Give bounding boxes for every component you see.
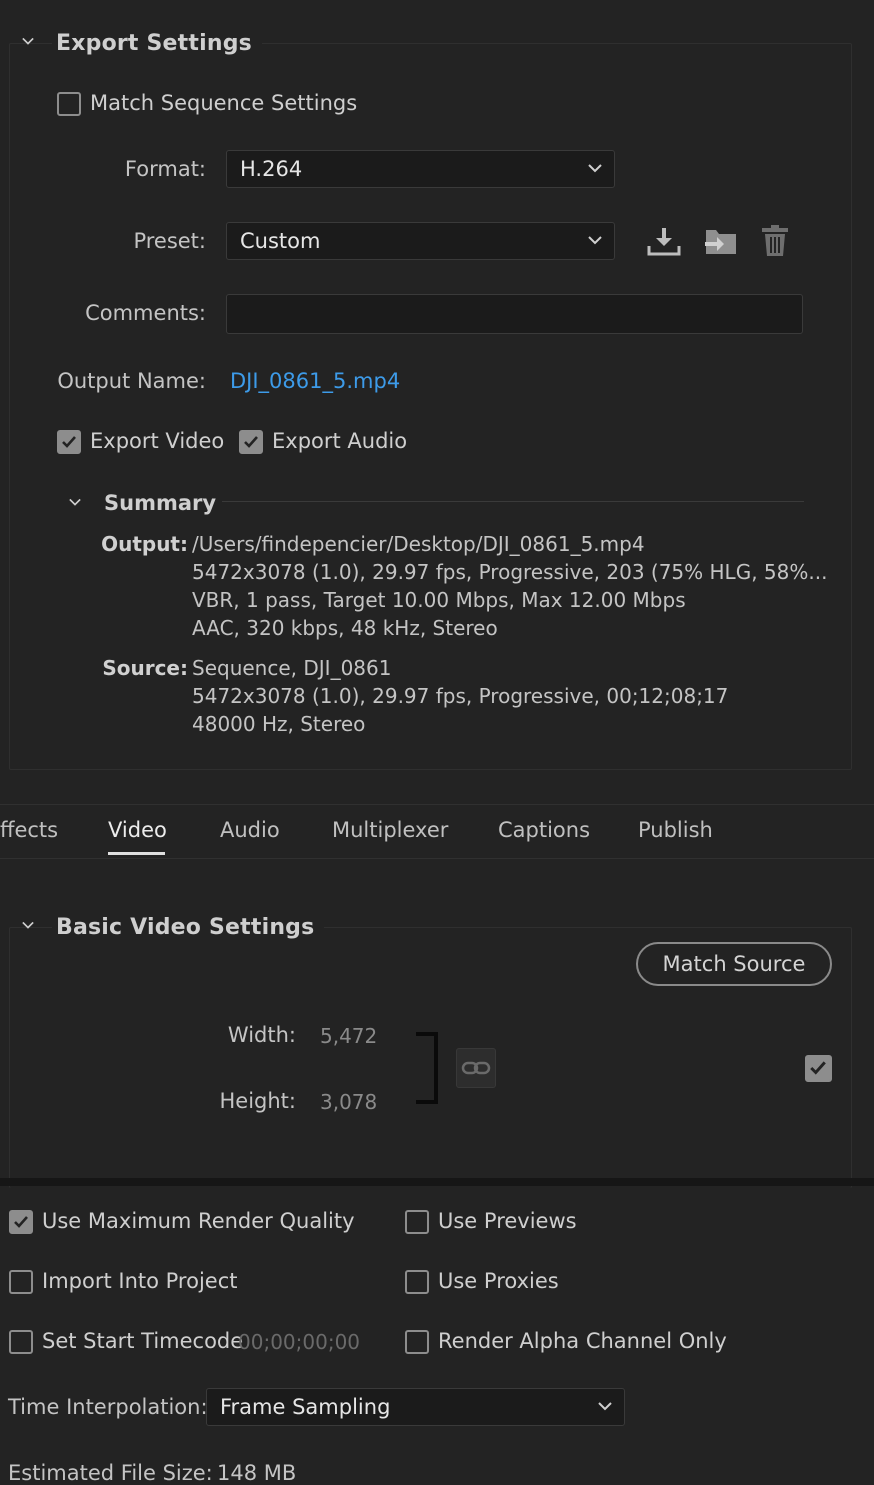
import-into-project-checkbox[interactable] <box>9 1270 33 1294</box>
basic-video-title: Basic Video Settings <box>52 915 325 940</box>
tab-multiplexer[interactable]: Multiplexer <box>332 818 448 842</box>
bottom-divider <box>0 1178 874 1186</box>
tabs-top-divider <box>0 804 874 805</box>
export-settings-title: Export Settings <box>52 31 262 56</box>
chevron-down-icon <box>588 236 602 245</box>
chevron-down-icon[interactable] <box>22 35 34 47</box>
delete-preset-icon[interactable] <box>760 224 790 258</box>
dimension-override-checkbox[interactable] <box>805 1055 832 1082</box>
match-source-button[interactable]: Match Source <box>636 942 832 986</box>
import-into-project-label: Import Into Project <box>42 1269 238 1293</box>
format-dropdown[interactable]: H.264 <box>226 150 615 188</box>
format-label: Format: <box>124 157 206 181</box>
tab-publish[interactable]: Publish <box>638 818 713 842</box>
save-preset-icon[interactable] <box>647 226 681 256</box>
checkmark-icon <box>62 436 76 448</box>
import-preset-icon[interactable] <box>703 226 739 258</box>
dimension-bracket <box>416 1032 438 1104</box>
chevron-down-icon <box>598 1402 612 1411</box>
match-source-label: Match Source <box>662 952 806 976</box>
summary-source-line: 5472x3078 (1.0), 29.97 fps, Progressive,… <box>192 684 729 708</box>
summary-source-line: Sequence, DJI_0861 <box>192 656 392 680</box>
time-interpolation-value: Frame Sampling <box>220 1395 391 1419</box>
time-interpolation-dropdown[interactable]: Frame Sampling <box>206 1388 625 1426</box>
height-value[interactable]: 3,078 <box>320 1090 377 1114</box>
use-max-render-quality-label: Use Maximum Render Quality <box>42 1209 355 1233</box>
comments-field[interactable] <box>226 294 803 334</box>
match-sequence-checkbox[interactable] <box>57 92 81 116</box>
chain-link-icon <box>461 1061 491 1075</box>
link-dimensions-button[interactable] <box>456 1048 496 1088</box>
preset-value: Custom <box>240 229 321 253</box>
tab-video[interactable]: Video <box>108 818 167 842</box>
time-interpolation-label: Time Interpolation: <box>8 1395 208 1419</box>
comments-label: Comments: <box>85 301 206 325</box>
summary-divider <box>222 501 804 502</box>
summary-output-key: Output: <box>101 532 188 556</box>
checkmark-icon <box>810 1061 826 1075</box>
summary-output-line: AAC, 320 kbps, 48 kHz, Stereo <box>192 616 498 640</box>
output-name-label: Output Name: <box>57 369 206 393</box>
chevron-down-icon[interactable] <box>22 919 34 931</box>
use-previews-label: Use Previews <box>438 1209 577 1233</box>
active-tab-underline <box>108 852 165 855</box>
export-audio-label: Export Audio <box>272 429 408 453</box>
render-alpha-label: Render Alpha Channel Only <box>438 1329 727 1353</box>
summary-output-line: /Users/findepencier/Desktop/DJI_0861_5.m… <box>192 532 645 556</box>
height-label: Height: <box>219 1089 297 1113</box>
start-timecode-value[interactable]: 00;00;00;00 <box>238 1330 360 1354</box>
set-start-timecode-label: Set Start Timecode <box>42 1329 244 1353</box>
use-max-render-quality-checkbox[interactable] <box>9 1210 33 1234</box>
tab-captions[interactable]: Captions <box>498 818 590 842</box>
output-name-link[interactable]: DJI_0861_5.mp4 <box>230 369 400 393</box>
summary-output-line: VBR, 1 pass, Target 10.00 Mbps, Max 12.0… <box>192 588 686 612</box>
format-value: H.264 <box>240 157 303 181</box>
estimated-size-value: 148 MB <box>217 1461 297 1485</box>
use-proxies-label: Use Proxies <box>438 1269 559 1293</box>
set-start-timecode-checkbox[interactable] <box>9 1330 33 1354</box>
match-sequence-label: Match Sequence Settings <box>90 91 358 115</box>
tab-effects[interactable]: ffects <box>0 818 58 842</box>
tab-audio[interactable]: Audio <box>220 818 280 842</box>
tabs-bottom-divider <box>0 858 874 859</box>
checkmark-icon <box>244 436 258 448</box>
summary-output-line: 5472x3078 (1.0), 29.97 fps, Progressive,… <box>192 560 828 584</box>
preset-dropdown[interactable]: Custom <box>226 222 615 260</box>
render-alpha-checkbox[interactable] <box>405 1330 429 1354</box>
chevron-down-icon[interactable] <box>69 496 81 508</box>
use-proxies-checkbox[interactable] <box>405 1270 429 1294</box>
checkmark-icon <box>14 1216 28 1228</box>
estimated-size-label: Estimated File Size: <box>8 1461 213 1485</box>
export-video-label: Export Video <box>90 429 225 453</box>
width-value[interactable]: 5,472 <box>320 1024 377 1048</box>
width-label: Width: <box>227 1023 296 1047</box>
summary-source-line: 48000 Hz, Stereo <box>192 712 366 736</box>
use-previews-checkbox[interactable] <box>405 1210 429 1234</box>
summary-title: Summary <box>104 491 217 515</box>
chevron-down-icon <box>588 164 602 173</box>
export-audio-checkbox[interactable] <box>239 430 263 454</box>
summary-source-key: Source: <box>102 656 188 680</box>
preset-label: Preset: <box>133 229 206 253</box>
export-video-checkbox[interactable] <box>57 430 81 454</box>
